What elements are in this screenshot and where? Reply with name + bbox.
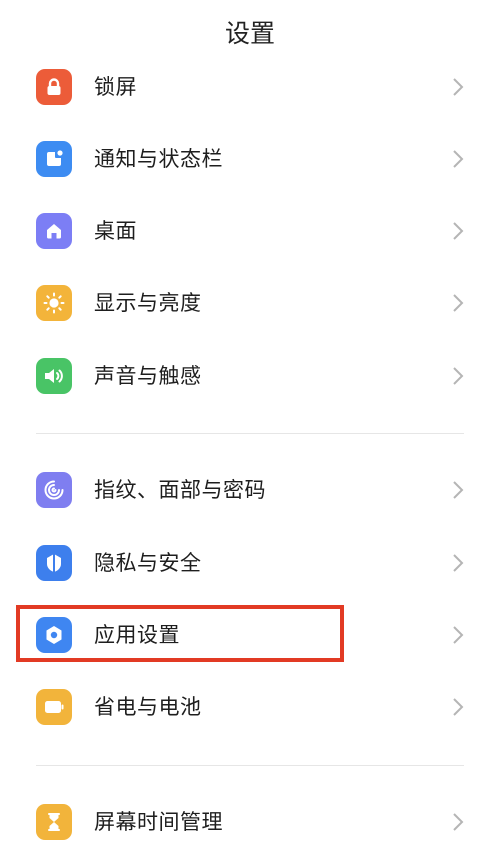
speaker-icon [36,358,72,394]
chevron-right-icon [453,813,464,831]
settings-item-label: 屏幕时间管理 [94,810,223,834]
chevron-right-icon [453,78,464,96]
chevron-right-icon [453,481,464,499]
settings-item-label: 锁屏 [94,75,137,99]
group-divider [36,433,464,434]
settings-item-desktop[interactable]: 桌面 [0,195,500,267]
settings-item-label: 通知与状态栏 [94,147,223,171]
chevron-right-icon [453,698,464,716]
settings-item-display[interactable]: 显示与亮度 [0,267,500,339]
settings-item-label: 隐私与安全 [94,551,202,575]
settings-item-label: 显示与亮度 [94,291,202,315]
chevron-right-icon [453,222,464,240]
settings-item-label: 指纹、面部与密码 [94,478,266,502]
settings-item-privacy-security[interactable]: 隐私与安全 [0,527,500,599]
chevron-right-icon [453,294,464,312]
battery-icon [36,689,72,725]
settings-item-screen-time[interactable]: 屏幕时间管理 [0,786,500,841]
lock-icon [36,69,72,105]
page-title: 设置 [224,19,275,48]
chevron-right-icon [453,367,464,385]
notification-icon [36,141,72,177]
fingerprint-icon [36,472,72,508]
sun-icon [36,285,72,321]
privacy-shield-icon [36,545,72,581]
highlight-box [16,605,344,662]
home-icon [36,213,72,249]
settings-item-lock-screen[interactable]: 锁屏 [0,51,500,123]
settings-screen: 设置 锁屏 通知与状态栏 桌面 显示与亮度 声音与触感 指纹、面部与密码 隐私与… [0,0,500,841]
settings-item-sound[interactable]: 声音与触感 [0,340,500,412]
settings-item-battery[interactable]: 省电与电池 [0,671,500,743]
group-divider [36,765,464,766]
settings-item-notification[interactable]: 通知与状态栏 [0,123,500,195]
settings-item-label: 省电与电池 [94,695,202,719]
chevron-right-icon [453,150,464,168]
hourglass-icon [36,804,72,840]
settings-item-fingerprint-face-password[interactable]: 指纹、面部与密码 [0,454,500,526]
chevron-right-icon [453,626,464,644]
settings-item-label: 桌面 [94,219,137,243]
settings-item-label: 声音与触感 [94,364,202,388]
chevron-right-icon [453,554,464,572]
